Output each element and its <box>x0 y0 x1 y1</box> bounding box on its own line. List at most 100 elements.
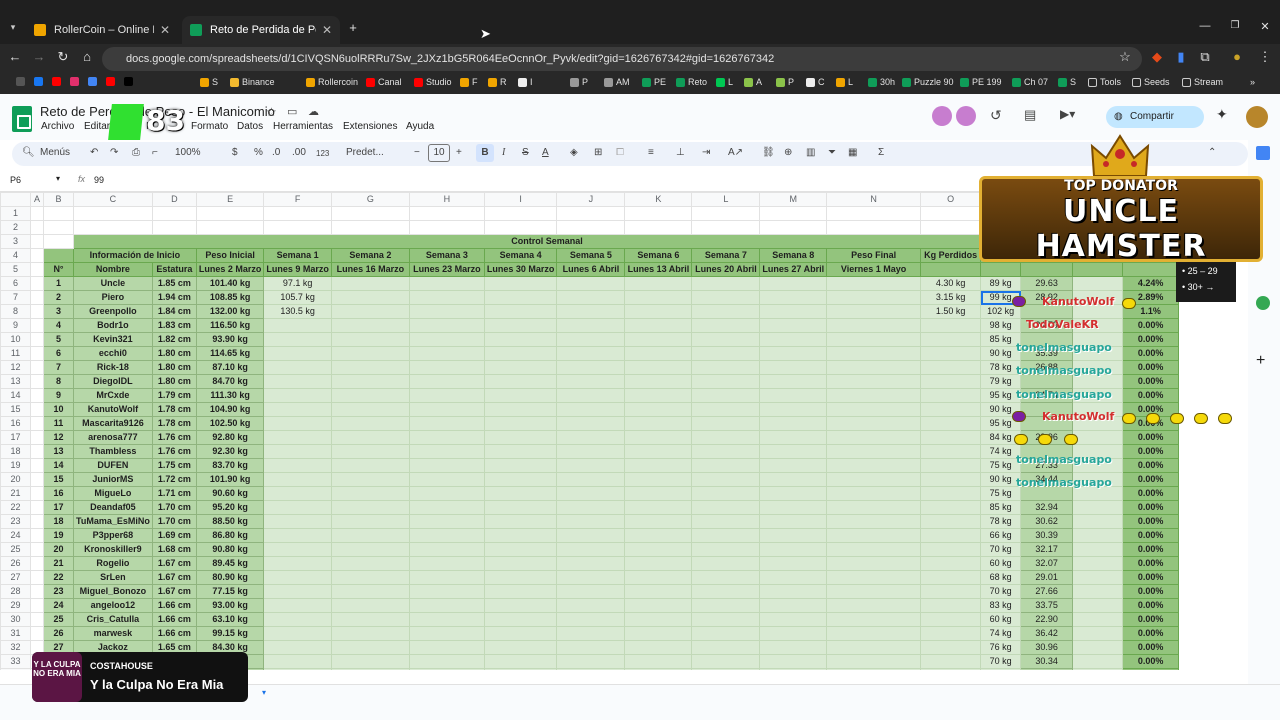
cell[interactable] <box>624 472 693 487</box>
weight-initial[interactable]: 111.30 kg <box>195 388 265 403</box>
participant-number[interactable]: 10 <box>43 402 74 417</box>
participant-name[interactable]: Miguel_Bonozo <box>73 584 153 599</box>
cell[interactable] <box>1072 612 1124 627</box>
bmi-cell[interactable]: 32.07 <box>1020 556 1074 571</box>
borders-icon[interactable]: ⊞ <box>594 147 602 158</box>
cell[interactable] <box>483 416 558 431</box>
header-semana[interactable]: Semana 2 <box>330 248 410 263</box>
bookmark-reto[interactable]: Reto <box>676 77 707 87</box>
weight-cell[interactable]: 85 kg <box>980 332 1022 347</box>
column-header[interactable]: B <box>43 192 74 207</box>
header-fecha[interactable]: Lunes 23 Marzo <box>408 262 485 277</box>
percent-lost[interactable]: 0.00% <box>1122 360 1180 375</box>
weight-initial[interactable]: 84.70 kg <box>195 374 265 389</box>
cell[interactable] <box>691 486 761 501</box>
participant-number[interactable]: 25 <box>43 612 74 627</box>
cell[interactable] <box>30 220 44 235</box>
header-peso-final[interactable]: Peso Final <box>826 248 922 263</box>
cell[interactable] <box>195 206 265 221</box>
participant-height[interactable]: 1.72 cm <box>151 472 197 487</box>
cell[interactable] <box>30 374 44 389</box>
cell[interactable] <box>30 332 44 347</box>
align-horizontal-icon[interactable]: ≡ <box>648 147 654 158</box>
insert-comment-icon[interactable]: ⊕ <box>784 147 792 158</box>
menu-formato[interactable]: Formato <box>191 121 228 132</box>
cell[interactable] <box>624 304 693 319</box>
weight-initial[interactable]: 92.80 kg <box>195 430 265 445</box>
column-header[interactable]: G <box>330 192 410 207</box>
cell[interactable] <box>691 500 761 515</box>
cell[interactable] <box>330 388 410 403</box>
cell[interactable] <box>483 514 558 529</box>
bookmark-studio[interactable]: Studio <box>414 77 452 87</box>
weight-initial[interactable]: 77.15 kg <box>195 584 265 599</box>
cell[interactable] <box>408 374 485 389</box>
cell[interactable] <box>826 332 922 347</box>
cell[interactable] <box>624 276 693 291</box>
bookmark-canal[interactable]: Canal <box>366 77 402 87</box>
cell[interactable] <box>263 220 332 235</box>
weight-week1[interactable] <box>263 654 332 669</box>
cell[interactable] <box>330 346 410 361</box>
cell[interactable] <box>408 444 485 459</box>
font-size-input[interactable]: 10 <box>428 144 450 162</box>
participant-number[interactable]: 8 <box>43 374 74 389</box>
cell[interactable] <box>691 528 761 543</box>
maps-icon[interactable] <box>1256 296 1270 310</box>
participant-name[interactable]: DUFEN <box>73 458 153 473</box>
kg-lost[interactable] <box>920 612 982 627</box>
cell[interactable] <box>30 458 44 473</box>
participant-height[interactable]: 1.85 cm <box>151 276 197 291</box>
participant-height[interactable]: 1.79 cm <box>151 388 197 403</box>
percent-lost[interactable]: 4.24% <box>1122 276 1180 291</box>
participant-height[interactable]: 1.66 cm <box>151 598 197 613</box>
cell[interactable] <box>483 612 558 627</box>
participant-number[interactable]: 4 <box>43 318 74 333</box>
cell[interactable] <box>556 528 626 543</box>
header-fecha[interactable]: Lunes 27 Abril <box>759 262 828 277</box>
cell[interactable] <box>624 528 693 543</box>
participant-name[interactable]: Bodr1o <box>73 318 153 333</box>
participant-height[interactable]: 1.68 cm <box>151 542 197 557</box>
percent-lost[interactable]: 0.00% <box>1122 332 1180 347</box>
participant-number[interactable]: 22 <box>43 570 74 585</box>
bookmark-pe[interactable]: PE <box>642 77 666 87</box>
cell[interactable] <box>624 444 693 459</box>
weight-cell[interactable]: 79 kg <box>980 374 1022 389</box>
section-title[interactable]: Control Semanal <box>72 234 1022 249</box>
cell[interactable] <box>826 570 922 585</box>
cell[interactable] <box>556 374 626 389</box>
column-header[interactable]: A <box>30 192 44 207</box>
cell[interactable] <box>1072 668 1124 670</box>
menu-extensiones[interactable]: Extensiones <box>343 121 397 132</box>
cell[interactable] <box>759 402 828 417</box>
cell[interactable] <box>556 346 626 361</box>
cell[interactable] <box>556 570 626 585</box>
forward-icon[interactable]: → <box>30 49 48 64</box>
cell[interactable] <box>624 556 693 571</box>
cell[interactable] <box>30 290 44 305</box>
cell[interactable] <box>759 654 828 669</box>
participant-height[interactable]: 1.69 cm <box>151 528 197 543</box>
weight-initial[interactable]: 114.65 kg <box>195 346 265 361</box>
column-header[interactable]: I <box>483 192 558 207</box>
bmi-cell[interactable]: 22.90 <box>1020 612 1074 627</box>
cell[interactable] <box>408 458 485 473</box>
cell[interactable] <box>826 612 922 627</box>
cell[interactable] <box>408 276 485 291</box>
cell[interactable] <box>30 612 44 627</box>
bookmark-a[interactable]: A <box>744 77 762 87</box>
cell[interactable] <box>330 458 410 473</box>
cell[interactable] <box>1072 500 1124 515</box>
cell[interactable] <box>408 514 485 529</box>
cell[interactable] <box>408 388 485 403</box>
participant-height[interactable]: 1.71 cm <box>151 486 197 501</box>
row-header[interactable]: 13 <box>0 374 31 389</box>
percent-lost[interactable]: 0.00% <box>1122 584 1180 599</box>
cell[interactable] <box>624 346 693 361</box>
bookmark-binance[interactable]: Binance <box>230 77 275 87</box>
weight-cell[interactable]: 60 kg <box>980 556 1022 571</box>
cell[interactable] <box>691 598 761 613</box>
header-fecha-final[interactable]: Viernes 1 Mayo <box>826 262 922 277</box>
weight-week1[interactable] <box>263 430 332 445</box>
